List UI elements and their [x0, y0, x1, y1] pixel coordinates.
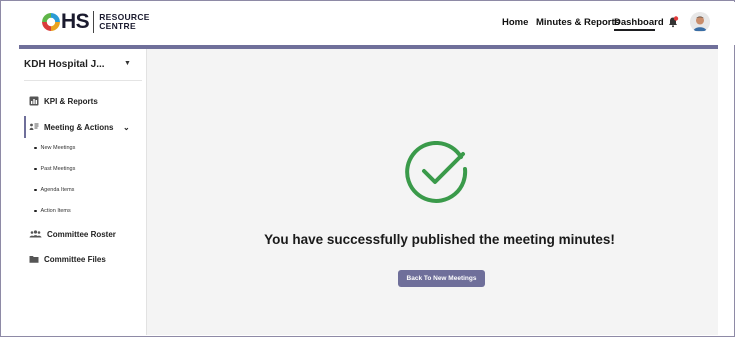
bullet-icon: [34, 209, 37, 213]
logo-subtitle-line2: CENTRE: [99, 21, 136, 31]
nav-minutes-reports[interactable]: Minutes & Reports: [536, 2, 620, 42]
sidebar-subitem-new-meetings[interactable]: New Meetings: [34, 145, 75, 151]
meeting-icon: [29, 122, 39, 132]
folder-icon: [29, 254, 39, 264]
sidebar-subitem-label: Past Meetings: [40, 166, 76, 172]
bullet-icon: [34, 146, 37, 150]
sidebar-subitem-past-meetings[interactable]: Past Meetings: [34, 166, 75, 172]
sidebar-item-label: Committee Roster: [47, 229, 116, 239]
sidebar-subitem-label: Agenda Items: [40, 187, 75, 193]
sidebar-item-label: Meeting & Actions: [44, 122, 114, 132]
sidebar: KDH Hospital J... ▼ KPI & Reports Meetin…: [19, 49, 147, 335]
sidebar-item-committee-roster[interactable]: Committee Roster: [29, 229, 116, 239]
bar-chart-icon: [29, 96, 39, 106]
nav-home[interactable]: Home: [502, 2, 528, 42]
org-selector[interactable]: KDH Hospital J...: [24, 59, 105, 70]
logo-subtitle: RESOURCE CENTRE: [99, 11, 150, 32]
user-avatar[interactable]: [690, 12, 710, 32]
notification-bell-icon[interactable]: [667, 15, 679, 28]
logo-subtitle-line1: RESOURCE: [99, 11, 150, 22]
sidebar-item-label: Committee Files: [44, 254, 106, 264]
back-to-new-meetings-button[interactable]: Back To New Meetings: [398, 270, 485, 287]
bullet-icon: [34, 167, 37, 171]
ohs-logo[interactable]: HS RESOURCE CENTRE: [42, 10, 150, 34]
sidebar-item-label: KPI & Reports: [44, 96, 98, 106]
caret-down-icon[interactable]: ▼: [124, 60, 131, 67]
logo-letters: HS: [61, 10, 90, 33]
success-message: You have successfully published the meet…: [264, 232, 615, 247]
sidebar-subitem-action-items[interactable]: Action Items: [34, 208, 71, 214]
sidebar-subitem-label: Action Items: [40, 208, 71, 214]
sidebar-active-indicator: [24, 116, 26, 138]
success-check-icon: [405, 140, 471, 207]
logo-divider: [93, 11, 95, 33]
nav-dashboard[interactable]: Dashboard: [614, 2, 664, 42]
sidebar-item-kpi-reports[interactable]: KPI & Reports: [29, 96, 98, 106]
sidebar-subitem-agenda-items[interactable]: Agenda Items: [34, 187, 74, 193]
chevron-down-icon[interactable]: ⌄: [123, 123, 130, 132]
bullet-icon: [34, 188, 37, 192]
top-header: HS RESOURCE CENTRE Home Minutes & Report…: [2, 2, 735, 45]
sidebar-item-committee-files[interactable]: Committee Files: [29, 254, 106, 264]
sidebar-item-meeting-actions[interactable]: Meeting & Actions: [29, 122, 113, 132]
logo-mark-icon: [42, 13, 60, 31]
sidebar-divider: [24, 80, 142, 81]
app-window: HS RESOURCE CENTRE Home Minutes & Report…: [0, 0, 735, 337]
sidebar-subitem-label: New Meetings: [40, 145, 76, 151]
nav-active-underline: [614, 29, 655, 31]
people-icon: [29, 229, 42, 239]
main-content: You have successfully published the meet…: [147, 49, 718, 335]
